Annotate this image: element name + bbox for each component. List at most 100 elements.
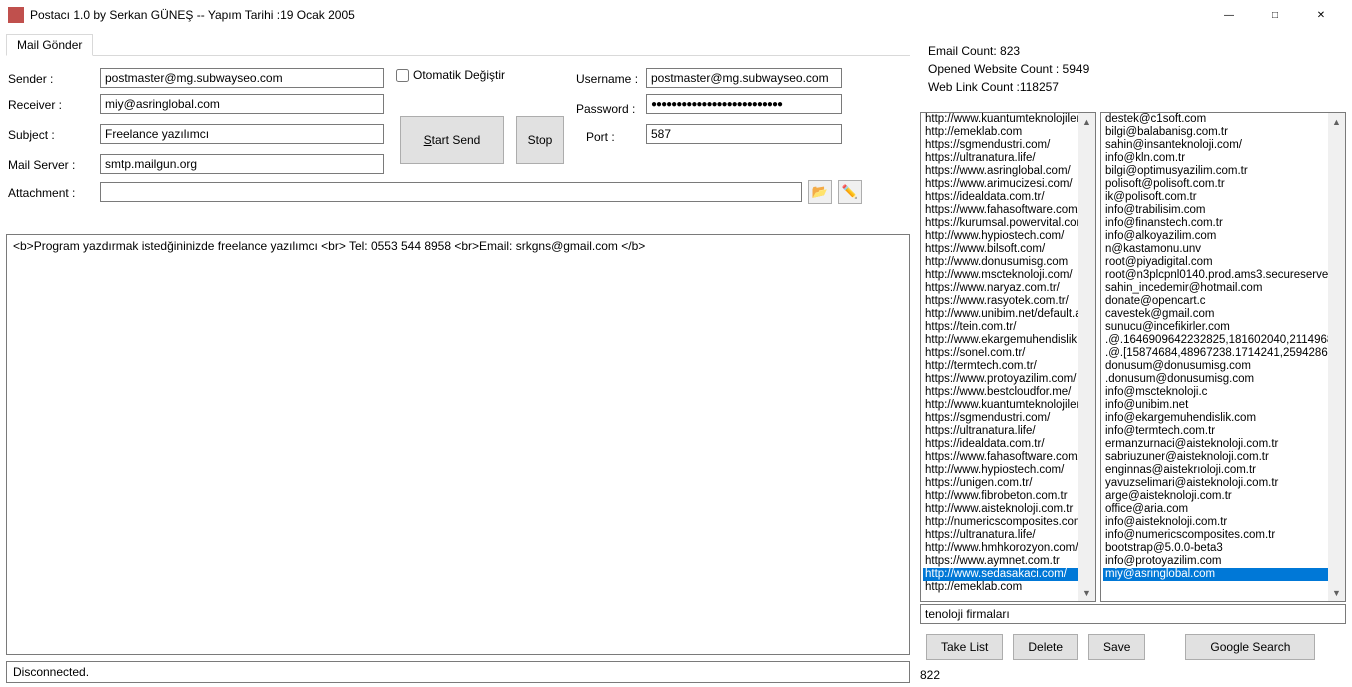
list-item[interactable]: https://ultranatura.life/ — [923, 152, 1078, 165]
list-item[interactable]: ermanzurnaci@aisteknoloji.com.tr — [1103, 438, 1328, 451]
list-item[interactable]: http://www.unibim.net/default.a — [923, 308, 1078, 321]
stop-button[interactable]: Stop — [516, 116, 564, 164]
list-item[interactable]: info@protoyazilim.com — [1103, 555, 1328, 568]
list-item-selected[interactable]: miy@asringlobal.com — [1103, 568, 1328, 581]
attachment-input[interactable] — [100, 182, 802, 202]
list-item[interactable]: https://idealdata.com.tr/ — [923, 191, 1078, 204]
list-item[interactable]: https://sonel.com.tr/ — [923, 347, 1078, 360]
search-input[interactable] — [920, 604, 1346, 624]
list-item[interactable]: http://www.aisteknoloji.com.tr — [923, 503, 1078, 516]
close-button[interactable]: ✕ — [1298, 0, 1344, 30]
list-item[interactable]: https://sgmendustri.com/ — [923, 139, 1078, 152]
browse-button[interactable]: 📂 — [808, 180, 832, 204]
maximize-button[interactable]: □ — [1252, 0, 1298, 30]
list-item[interactable]: enginnas@aistekrıoloji.com.tr — [1103, 464, 1328, 477]
list-item[interactable]: root@piyadigital.com — [1103, 256, 1328, 269]
list-item[interactable]: .@.1646909642232825,181602040,211496836 — [1103, 334, 1328, 347]
list-item[interactable]: bilgi@optimusyazilim.com.tr — [1103, 165, 1328, 178]
list-item[interactable]: https://www.rasyotek.com.tr/ — [923, 295, 1078, 308]
list-item[interactable]: n@kastamonu.unv — [1103, 243, 1328, 256]
email-scrollbar[interactable]: ▲ ▼ — [1328, 113, 1345, 601]
list-item[interactable]: info@aisteknoloji.com.tr — [1103, 516, 1328, 529]
list-item[interactable]: arge@aisteknoloji.com.tr — [1103, 490, 1328, 503]
auto-change-check[interactable] — [396, 69, 409, 82]
list-item[interactable]: https://tein.com.tr/ — [923, 321, 1078, 334]
password-input[interactable] — [646, 94, 842, 114]
list-item[interactable]: root@n3plcpnl0140.prod.ams3.secureserver… — [1103, 269, 1328, 282]
url-listbox[interactable]: http://www.kuantumteknolojilerhttp://eme… — [920, 112, 1096, 602]
list-item[interactable]: http://numericscomposites.com — [923, 516, 1078, 529]
list-item[interactable]: info@numericscomposites.com.tr — [1103, 529, 1328, 542]
list-item[interactable]: http://www.hypiostech.com/ — [923, 230, 1078, 243]
delete-button[interactable]: Delete — [1013, 634, 1078, 660]
sender-input[interactable] — [100, 68, 384, 88]
start-send-button[interactable]: Start Send — [400, 116, 504, 164]
list-item[interactable]: cavestek@gmail.com — [1103, 308, 1328, 321]
list-item[interactable]: https://ultranatura.life/ — [923, 529, 1078, 542]
list-item[interactable]: info@alkoyazilim.com — [1103, 230, 1328, 243]
list-item[interactable]: donusum@donusumisg.com — [1103, 360, 1328, 373]
list-item[interactable]: https://www.fahasoftware.com/ — [923, 204, 1078, 217]
list-item[interactable]: http://www.kuantumteknolojiler — [923, 113, 1078, 126]
list-item[interactable]: http://termtech.com.tr/ — [923, 360, 1078, 373]
list-item[interactable]: sunucu@incefikirler.com — [1103, 321, 1328, 334]
list-item[interactable]: https://www.bilsoft.com/ — [923, 243, 1078, 256]
list-item[interactable]: http://www.mscteknoloji.com/ — [923, 269, 1078, 282]
receiver-input[interactable] — [100, 94, 384, 114]
email-listbox[interactable]: destek@c1soft.combilgi@balabanisg.com.tr… — [1100, 112, 1346, 602]
list-item[interactable]: .@.[15874684,48967238.1714241,25942863,2… — [1103, 347, 1328, 360]
list-item[interactable]: info@trabilisim.com — [1103, 204, 1328, 217]
mailserver-input[interactable] — [100, 154, 384, 174]
message-body[interactable]: <b>Program yazdırmak istedğininizde free… — [6, 234, 910, 655]
list-item[interactable]: https://www.fahasoftware.com/ — [923, 451, 1078, 464]
list-item[interactable]: https://ultranatura.life/ — [923, 425, 1078, 438]
list-item[interactable]: info@termtech.com.tr — [1103, 425, 1328, 438]
list-item[interactable]: info@unibim.net — [1103, 399, 1328, 412]
list-item[interactable]: polisoft@polisoft.com.tr — [1103, 178, 1328, 191]
list-item[interactable]: https://www.naryaz.com.tr/ — [923, 282, 1078, 295]
list-item[interactable]: https://idealdata.com.tr/ — [923, 438, 1078, 451]
list-item[interactable]: info@mscteknoloji.c — [1103, 386, 1328, 399]
list-item-selected[interactable]: http://www.sedasakaci.com/ — [923, 568, 1078, 581]
auto-change-checkbox[interactable]: Otomatik Değiştir — [396, 68, 505, 82]
list-item[interactable]: http://www.ekargemuhendislik. — [923, 334, 1078, 347]
google-search-button[interactable]: Google Search — [1185, 634, 1315, 660]
list-item[interactable]: sahin_incedemir@hotmail.com — [1103, 282, 1328, 295]
list-item[interactable]: sahin@insanteknoloji.com/ — [1103, 139, 1328, 152]
list-item[interactable]: yavuzselimari@aisteknoloji.com.tr — [1103, 477, 1328, 490]
save-button[interactable]: Save — [1088, 634, 1145, 660]
list-item[interactable]: http://www.hmhkorozyon.com/ — [923, 542, 1078, 555]
list-item[interactable]: https://kurumsal.powervital.com — [923, 217, 1078, 230]
list-item[interactable]: http://www.donusumisg.com — [923, 256, 1078, 269]
scroll-up-icon[interactable]: ▲ — [1328, 113, 1345, 130]
minimize-button[interactable]: — — [1206, 0, 1252, 30]
list-item[interactable]: ik@polisoft.com.tr — [1103, 191, 1328, 204]
list-item[interactable]: https://www.arimucizesi.com/ — [923, 178, 1078, 191]
list-item[interactable]: http://www.kuantumteknolojiler — [923, 399, 1078, 412]
list-item[interactable]: https://www.aymnet.com.tr — [923, 555, 1078, 568]
list-item[interactable]: https://www.asringlobal.com/ — [923, 165, 1078, 178]
port-input[interactable] — [646, 124, 842, 144]
list-item[interactable]: info@ekargemuhendislik.com — [1103, 412, 1328, 425]
list-item[interactable]: http://emeklab.com — [923, 581, 1078, 594]
take-list-button[interactable]: Take List — [926, 634, 1003, 660]
list-item[interactable]: office@aria.com — [1103, 503, 1328, 516]
scroll-down-icon[interactable]: ▼ — [1078, 584, 1095, 601]
url-scrollbar[interactable]: ▲ ▼ — [1078, 113, 1095, 601]
list-item[interactable]: http://emeklab.com — [923, 126, 1078, 139]
list-item[interactable]: http://www.fibrobeton.com.tr — [923, 490, 1078, 503]
list-item[interactable]: sabriuzuner@aisteknoloji.com.tr — [1103, 451, 1328, 464]
list-item[interactable]: bootstrap@5.0.0-beta3 — [1103, 542, 1328, 555]
list-item[interactable]: https://sgmendustri.com/ — [923, 412, 1078, 425]
scroll-down-icon[interactable]: ▼ — [1328, 584, 1345, 601]
list-item[interactable]: info@finanstech.com.tr — [1103, 217, 1328, 230]
list-item[interactable]: destek@c1soft.com — [1103, 113, 1328, 126]
tab-mail-gonder[interactable]: Mail Gönder — [6, 34, 93, 56]
list-item[interactable]: https://www.protoyazilim.com/ — [923, 373, 1078, 386]
scroll-up-icon[interactable]: ▲ — [1078, 113, 1095, 130]
list-item[interactable]: .donusum@donusumisg.com — [1103, 373, 1328, 386]
subject-input[interactable] — [100, 124, 384, 144]
list-item[interactable]: info@kln.com.tr — [1103, 152, 1328, 165]
list-item[interactable]: https://unigen.com.tr/ — [923, 477, 1078, 490]
list-item[interactable]: http://www.hypiostech.com/ — [923, 464, 1078, 477]
